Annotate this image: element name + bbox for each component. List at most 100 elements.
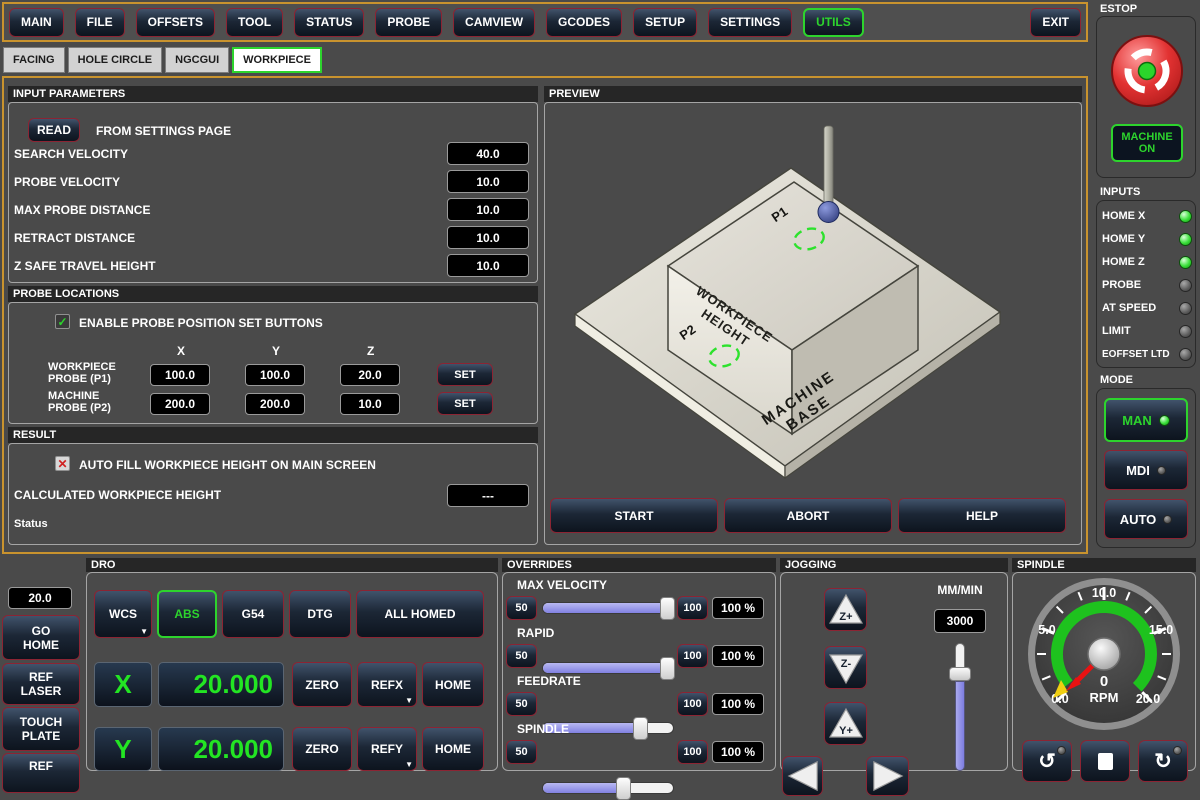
spindle-stop-button[interactable] — [1080, 740, 1130, 782]
spindle-cw-button[interactable]: ↻ — [1138, 740, 1188, 782]
abs-button[interactable]: ABS — [157, 590, 217, 638]
touch-height-field[interactable]: 20.0 — [8, 587, 72, 609]
y-zero-button[interactable]: ZERO — [292, 727, 352, 771]
param-value[interactable]: 10.0 — [447, 254, 529, 277]
menu-settings[interactable]: SETTINGS — [708, 8, 792, 37]
enable-set-buttons-checkbox[interactable]: ✓ — [55, 314, 70, 329]
probe-led — [1179, 279, 1192, 292]
p1-set-button[interactable]: SET — [437, 363, 493, 386]
y-ref-button[interactable]: REFY▼ — [357, 727, 417, 771]
max-velocity-slider[interactable] — [542, 602, 674, 614]
menu-offsets[interactable]: OFFSETS — [136, 8, 215, 37]
spindle-ccw-led — [1057, 746, 1066, 755]
param-value[interactable]: 10.0 — [447, 226, 529, 249]
slider-thumb[interactable] — [660, 657, 675, 680]
dtg-button[interactable]: DTG — [289, 590, 351, 638]
help-button[interactable]: HELP — [898, 498, 1066, 533]
param-label: RETRACT DISTANCE — [14, 231, 135, 245]
jog-rate-field[interactable]: 3000 — [934, 609, 986, 633]
jog-rate-slider[interactable] — [955, 643, 965, 771]
gauge-center-cap — [1088, 638, 1120, 670]
tab-ngcgui[interactable]: NGCGUI — [165, 47, 229, 73]
calculated-height-label: CALCULATED WORKPIECE HEIGHT — [14, 488, 221, 502]
override-max-button[interactable]: 100 — [677, 596, 708, 620]
override-max-button[interactable]: 100 — [677, 740, 708, 764]
menu-utils[interactable]: UTILS — [803, 8, 864, 37]
menu-probe[interactable]: PROBE — [375, 8, 442, 37]
override-max-button[interactable]: 100 — [677, 644, 708, 668]
all-homed-button[interactable]: ALL HOMED — [356, 590, 484, 638]
p2-set-button[interactable]: SET — [437, 392, 493, 415]
read-button[interactable]: READ — [28, 118, 80, 142]
x-zero-button[interactable]: ZERO — [292, 662, 352, 707]
ref-button[interactable]: REF — [2, 753, 80, 793]
p1-y-field[interactable]: 100.0 — [245, 364, 305, 386]
menu-setup[interactable]: SETUP — [633, 8, 697, 37]
param-label: SEARCH VELOCITY — [14, 147, 128, 161]
limit-led — [1179, 325, 1192, 338]
x-axis-letter: X — [94, 662, 152, 707]
abort-button[interactable]: ABORT — [724, 498, 892, 533]
override-min-button[interactable]: 50 — [506, 692, 537, 716]
input-row-home-z: HOME Z — [1102, 253, 1192, 271]
p2-z-field[interactable]: 10.0 — [340, 393, 400, 415]
go-home-button[interactable]: GOHOME — [2, 615, 80, 660]
start-button[interactable]: START — [550, 498, 718, 533]
input-parameters-title: INPUT PARAMETERS — [8, 86, 538, 102]
param-label: MAX PROBE DISTANCE — [14, 203, 150, 217]
mdi-led — [1157, 466, 1166, 475]
gauge-tick-15: 15.0 — [1149, 623, 1173, 637]
jog-x-plus-button[interactable] — [866, 756, 909, 796]
override-min-button[interactable]: 50 — [506, 596, 537, 620]
jog-y-plus-button[interactable]: Y+ — [824, 702, 867, 745]
wcs-button[interactable]: WCS▼ — [94, 590, 152, 638]
g54-button[interactable]: G54 — [222, 590, 284, 638]
menu-main[interactable]: MAIN — [9, 8, 64, 37]
mode-mdi-button[interactable]: MDI — [1104, 450, 1188, 490]
tab-facing[interactable]: FACING — [3, 47, 65, 73]
jog-z-plus-button[interactable]: Z+ — [824, 588, 867, 631]
mode-man-button[interactable]: MAN — [1104, 398, 1188, 442]
x-home-button[interactable]: HOME — [422, 662, 484, 707]
override-label: SPINDLE — [517, 722, 569, 736]
param-value[interactable]: 10.0 — [447, 170, 529, 193]
tab-workpiece[interactable]: WORKPIECE — [232, 47, 322, 73]
jog-x-minus-button[interactable] — [782, 756, 823, 796]
touch-plate-button[interactable]: TOUCHPLATE — [2, 707, 80, 751]
override-min-button[interactable]: 50 — [506, 644, 537, 668]
p2-x-field[interactable]: 200.0 — [150, 393, 210, 415]
estop-button[interactable] — [1110, 34, 1184, 108]
p1-x-field[interactable]: 100.0 — [150, 364, 210, 386]
mode-auto-button[interactable]: AUTO — [1104, 499, 1188, 539]
x-ref-button[interactable]: REFX▼ — [357, 662, 417, 707]
gauge-value: 0 — [1100, 673, 1108, 690]
override-min-button[interactable]: 50 — [506, 740, 537, 764]
slider-thumb[interactable] — [660, 597, 675, 620]
param-value[interactable]: 40.0 — [447, 142, 529, 165]
tab-hole-circle[interactable]: HOLE CIRCLE — [68, 47, 163, 73]
menu-file[interactable]: FILE — [75, 8, 125, 37]
spindle-ccw-button[interactable]: ↺ — [1022, 740, 1072, 782]
p2-y-field[interactable]: 200.0 — [245, 393, 305, 415]
menu-tool[interactable]: TOOL — [226, 8, 283, 37]
slider-thumb[interactable] — [633, 717, 648, 740]
autofill-checkbox[interactable]: ✕ — [55, 456, 70, 471]
param-value[interactable]: 10.0 — [447, 198, 529, 221]
rapid-slider[interactable] — [542, 662, 674, 674]
exit-button[interactable]: EXIT — [1030, 8, 1081, 37]
menu-camview[interactable]: CAMVIEW — [453, 8, 535, 37]
machine-on-button[interactable]: MACHINEON — [1111, 124, 1183, 162]
spindle-ovr-slider[interactable] — [542, 782, 674, 794]
p1-z-field[interactable]: 20.0 — [340, 364, 400, 386]
column-header-y: Y — [272, 344, 280, 358]
jog-z-minus-button[interactable]: Z- — [824, 646, 867, 689]
menu-status[interactable]: STATUS — [294, 8, 364, 37]
preview-title: PREVIEW — [544, 86, 1082, 102]
y-home-button[interactable]: HOME — [422, 727, 484, 771]
slider-thumb[interactable] — [616, 777, 631, 800]
jog-rate-slider-thumb[interactable] — [949, 667, 971, 681]
stop-square-icon — [1098, 753, 1113, 770]
menu-gcodes[interactable]: GCODES — [546, 8, 622, 37]
override-max-button[interactable]: 100 — [677, 692, 708, 716]
ref-laser-button[interactable]: REFLASER — [2, 663, 80, 705]
